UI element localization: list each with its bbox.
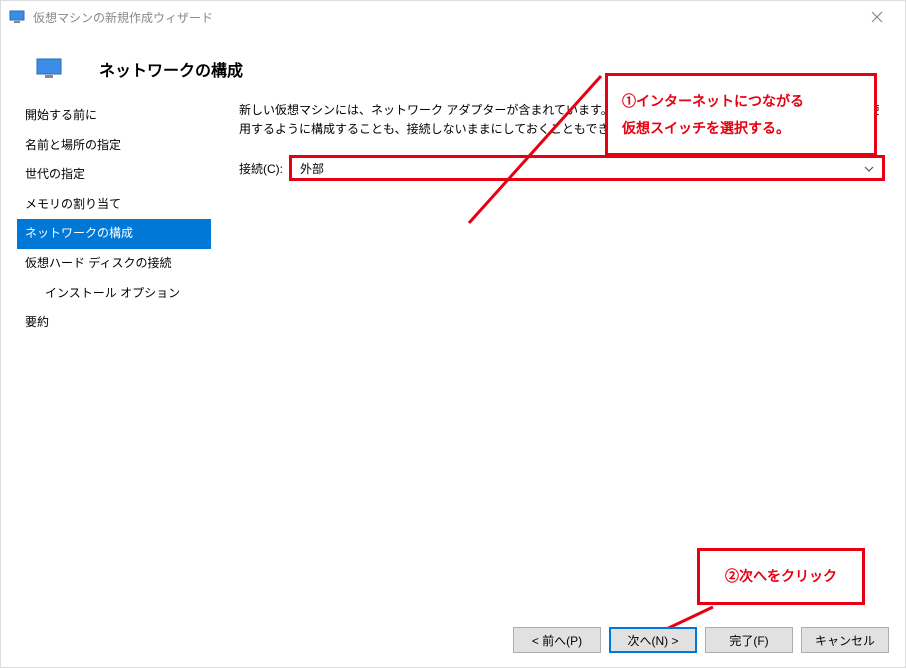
connection-value: 外部 [300,160,324,177]
close-icon [871,11,883,23]
wizard-footer: < 前へ(P) 次へ(N) > 完了(F) キャンセル [513,627,889,653]
connection-row: 接続(C): 外部 [239,155,885,181]
wizard-steps-sidebar: 開始する前に 名前と場所の指定 世代の指定 メモリの割り当て ネットワークの構成… [1,101,211,571]
app-icon [9,9,25,25]
back-button[interactable]: < 前へ(P) [513,627,601,653]
sidebar-item-memory[interactable]: メモリの割り当て [17,190,211,220]
connection-label: 接続(C): [239,160,283,177]
content-area: 開始する前に 名前と場所の指定 世代の指定 メモリの割り当て ネットワークの構成… [1,101,905,571]
next-button[interactable]: 次へ(N) > [609,627,697,653]
finish-button[interactable]: 完了(F) [705,627,793,653]
window-title: 仮想マシンの新規作成ウィザード [33,9,213,26]
sidebar-item-vhd[interactable]: 仮想ハード ディスクの接続 [17,249,211,279]
sidebar-item-name-location[interactable]: 名前と場所の指定 [17,131,211,161]
annotation-1-line1: ①インターネットにつながる [622,88,860,115]
sidebar-item-generation[interactable]: 世代の指定 [17,160,211,190]
connection-dropdown[interactable]: 外部 [289,155,885,181]
sidebar-item-install-options[interactable]: インストール オプション [17,279,211,309]
sidebar-item-summary[interactable]: 要約 [17,308,211,338]
chevron-down-icon [864,161,874,175]
annotation-1-line2: 仮想スイッチを選択する。 [622,115,860,142]
page-title: ネットワークの構成 [99,57,243,81]
annotation-box-2: ②次へをクリック [697,548,865,605]
sidebar-item-before-start[interactable]: 開始する前に [17,101,211,131]
main-panel: 新しい仮想マシンには、ネットワーク アダプターが含まれています。そのネットワーク… [211,101,905,571]
close-button[interactable] [857,3,897,31]
page-icon [33,57,65,81]
annotation-2-text: ②次へをクリック [714,563,848,590]
cancel-button[interactable]: キャンセル [801,627,889,653]
sidebar-item-network[interactable]: ネットワークの構成 [17,219,211,249]
titlebar: 仮想マシンの新規作成ウィザード [1,1,905,33]
annotation-box-1: ①インターネットにつながる 仮想スイッチを選択する。 [605,73,877,156]
